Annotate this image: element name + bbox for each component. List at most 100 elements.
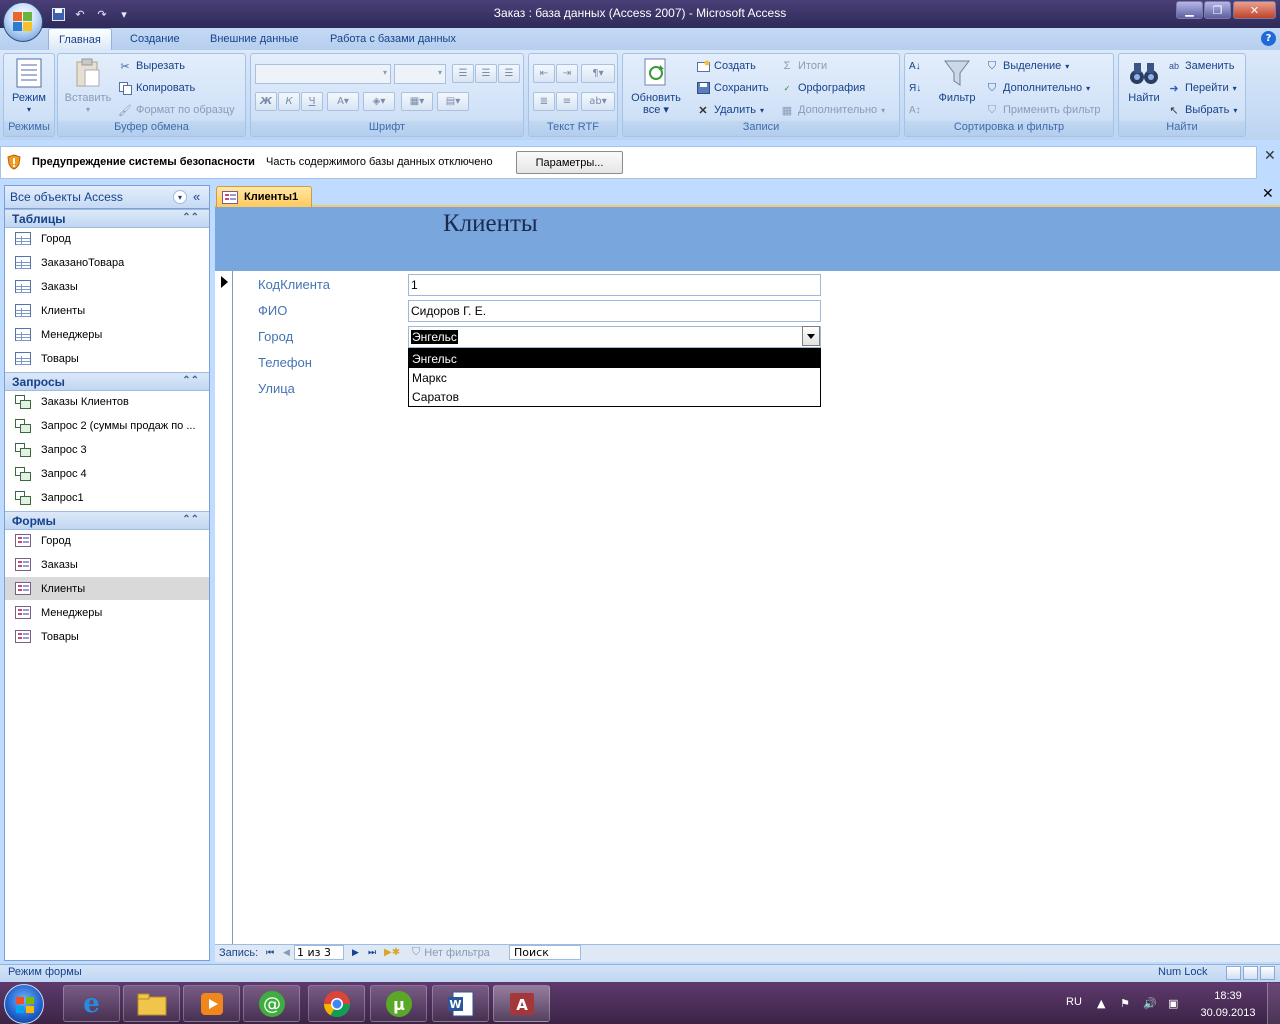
new-record-button[interactable]: Создать	[696, 57, 756, 75]
nav-item-form[interactable]: Товары	[5, 625, 209, 648]
highlight-icon[interactable]: ab▾	[581, 92, 615, 111]
format-painter-button[interactable]: 🖌 Формат по образцу	[118, 101, 235, 119]
nav-section-tables[interactable]: Таблицы ⌃⌃	[5, 209, 209, 228]
view-button[interactable]: Режим ▾	[9, 57, 49, 116]
goto-button[interactable]: ➜ Перейти ▾	[1167, 79, 1236, 97]
close-button[interactable]: ✕	[1233, 1, 1276, 19]
refresh-all-button[interactable]: Обновить все ▾	[626, 57, 686, 116]
start-button[interactable]	[4, 984, 44, 1024]
tab-database-tools[interactable]: Работа с базами данных	[320, 28, 466, 50]
nav-item-table[interactable]: Клиенты	[5, 299, 209, 322]
nav-item-table[interactable]: Менеджеры	[5, 323, 209, 346]
nav-item-table[interactable]: Товары	[5, 347, 209, 370]
filter-button[interactable]: Фильтр	[935, 57, 979, 104]
clock-date[interactable]: 30.09.2013	[1196, 1007, 1260, 1019]
tray-expand-icon[interactable]: ▲	[1097, 997, 1105, 1010]
ie-taskbar-icon[interactable]: e	[63, 985, 120, 1022]
first-record-icon[interactable]: ⏮	[266, 944, 274, 961]
last-record-icon[interactable]: ⏭	[368, 944, 376, 961]
redo-icon[interactable]: ↷	[94, 6, 110, 22]
more-records-button[interactable]: ▦ Дополнительно ▾	[780, 101, 885, 119]
sort-descending-icon[interactable]: Я↓	[909, 79, 921, 97]
new-record-nav-icon[interactable]: ▶✱	[384, 944, 400, 961]
spelling-button[interactable]: ✓ Орфография	[780, 79, 866, 97]
city-combo[interactable]: Энгельс	[408, 326, 821, 348]
client-id-field[interactable]: 1	[408, 274, 821, 296]
security-options-button[interactable]: Параметры...	[516, 151, 623, 174]
nav-item-form-selected[interactable]: Клиенты	[5, 577, 209, 600]
language-indicator[interactable]: RU	[1066, 996, 1082, 1008]
delete-record-button[interactable]: ✕ Удалить ▾	[696, 101, 764, 119]
nav-item-form[interactable]: Заказы	[5, 553, 209, 576]
selection-button[interactable]: ⛉ Выделение ▾	[985, 57, 1069, 75]
shutter-bar-close-icon[interactable]: «	[193, 189, 200, 204]
nav-section-forms[interactable]: Формы ⌃⌃	[5, 511, 209, 530]
align-center-icon[interactable]: ☰	[475, 64, 497, 83]
volume-icon[interactable]: 🔊	[1143, 997, 1157, 1010]
bullets-icon[interactable]: ≡	[556, 92, 578, 111]
nav-item-query[interactable]: Запрос 4	[5, 462, 209, 485]
previous-record-icon[interactable]: ◀	[283, 944, 290, 961]
save-icon[interactable]	[50, 6, 66, 22]
select-button[interactable]: ↖ Выбрать ▾	[1167, 101, 1237, 119]
utorrent-taskbar-icon[interactable]: µ	[370, 985, 427, 1022]
record-position-input[interactable]: 1 из 3	[294, 945, 344, 960]
mail-taskbar-icon[interactable]: @	[243, 985, 300, 1022]
paragraph-icon[interactable]: ¶▾	[581, 64, 615, 83]
chrome-taskbar-icon[interactable]	[308, 985, 365, 1022]
design-view-icon[interactable]	[1260, 966, 1275, 980]
save-record-button[interactable]: Сохранить	[696, 79, 769, 97]
restore-button[interactable]: ❐	[1204, 1, 1231, 19]
font-name-select[interactable]: ▾	[255, 64, 391, 84]
nav-item-query[interactable]: Заказы Клиентов	[5, 390, 209, 413]
font-size-select[interactable]: ▾	[394, 64, 446, 84]
nav-item-query[interactable]: Запрос1	[5, 486, 209, 509]
close-icon[interactable]: ✕	[1264, 148, 1276, 164]
network-icon[interactable]: ▣	[1168, 997, 1178, 1010]
cut-button[interactable]: ✂ Вырезать	[118, 57, 185, 75]
advanced-filter-button[interactable]: ⛉ Дополнительно ▾	[985, 79, 1090, 97]
next-record-icon[interactable]: ▶	[352, 944, 359, 961]
show-desktop-button[interactable]	[1267, 983, 1280, 1024]
fio-field[interactable]: Сидоров Г. Е.	[408, 300, 821, 322]
filter-status[interactable]: ⛉ Нет фильтра	[412, 944, 490, 961]
dropdown-option[interactable]: Саратов	[409, 387, 820, 406]
dropdown-option[interactable]: Маркс	[409, 368, 820, 387]
paste-button[interactable]: Вставить ▾	[62, 57, 114, 116]
indent-icon[interactable]: ⇥	[556, 64, 578, 83]
chevron-down-icon[interactable]: ▾	[173, 190, 187, 204]
form-view-icon[interactable]	[1226, 966, 1241, 980]
nav-item-query[interactable]: Запрос 2 (суммы продаж по ...	[5, 414, 209, 437]
explorer-taskbar-icon[interactable]	[123, 985, 180, 1022]
tab-create[interactable]: Создание	[120, 28, 190, 50]
italic-icon[interactable]: К	[278, 92, 300, 111]
combo-dropdown-button[interactable]	[802, 326, 820, 346]
word-taskbar-icon[interactable]: W	[432, 985, 489, 1022]
action-center-icon[interactable]: ⚑	[1120, 997, 1130, 1010]
tab-external-data[interactable]: Внешние данные	[200, 28, 308, 50]
customize-qat-icon[interactable]: ▾	[116, 6, 132, 22]
search-input[interactable]: Поиск	[509, 945, 581, 960]
toggle-filter-button[interactable]: ⛉ Применить фильтр	[985, 101, 1101, 119]
document-tab[interactable]: Клиенты1	[216, 186, 312, 207]
help-icon[interactable]: ?	[1261, 31, 1276, 46]
clock-time[interactable]: 18:39	[1200, 990, 1256, 1002]
nav-item-form[interactable]: Менеджеры	[5, 601, 209, 624]
nav-item-form[interactable]: Город	[5, 529, 209, 552]
copy-button[interactable]: Копировать	[118, 79, 195, 97]
replace-button[interactable]: ab Заменить	[1167, 57, 1234, 75]
alternate-fill-icon[interactable]: ▤▾	[437, 92, 469, 111]
undo-icon[interactable]: ↶	[72, 6, 88, 22]
nav-item-table[interactable]: Город	[5, 227, 209, 250]
tab-home[interactable]: Главная	[48, 28, 112, 50]
dropdown-option[interactable]: Энгельс	[409, 349, 820, 368]
minimize-button[interactable]: ▁	[1176, 1, 1203, 19]
nav-pane-header[interactable]: Все объекты Access ▾ «	[4, 185, 210, 209]
nav-item-query[interactable]: Запрос 3	[5, 438, 209, 461]
numbering-icon[interactable]: ≣	[533, 92, 555, 111]
align-left-icon[interactable]: ☰	[452, 64, 474, 83]
access-taskbar-icon[interactable]: A	[493, 985, 550, 1022]
office-button[interactable]	[3, 2, 43, 42]
gridlines-icon[interactable]: ▦▾	[401, 92, 433, 111]
nav-section-queries[interactable]: Запросы ⌃⌃	[5, 372, 209, 391]
